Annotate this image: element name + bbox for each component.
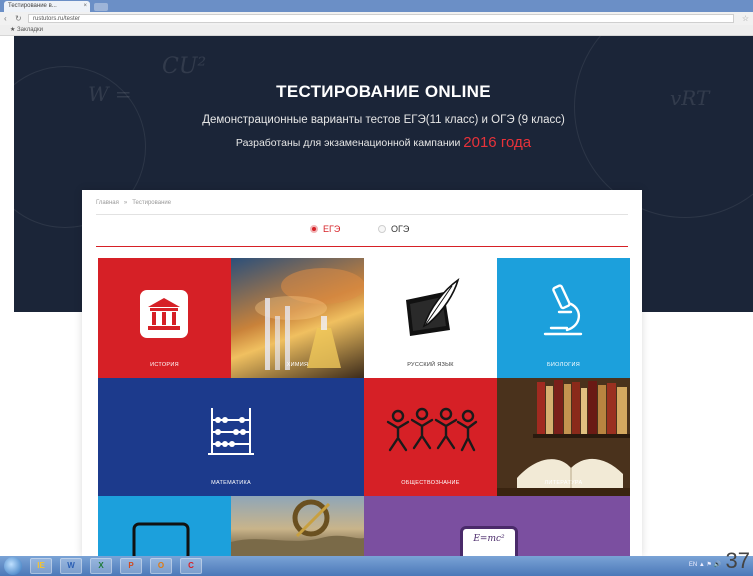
windows-taskbar: IE W X P O C EN ▲ ⚑ 🔊 37 bbox=[0, 548, 753, 576]
subject-tile-history[interactable]: История bbox=[98, 258, 231, 378]
subject-label: Химия bbox=[286, 362, 309, 368]
taskbar-word-icon[interactable]: W bbox=[60, 558, 82, 574]
monitor-icon bbox=[132, 522, 190, 556]
tab-ege-label: ЕГЭ bbox=[323, 224, 341, 234]
subject-tile-math[interactable]: Математика bbox=[98, 378, 364, 496]
page-title: ТЕСТИРОВАНИЕ ONLINE bbox=[276, 82, 491, 101]
breadcrumb: Главная » Тестирование bbox=[96, 200, 171, 206]
reload-icon[interactable]: ↻ bbox=[15, 13, 22, 24]
subject-tile-social[interactable]: Обществознание bbox=[364, 378, 497, 496]
new-tab-button[interactable] bbox=[94, 3, 108, 11]
tab-close-icon[interactable]: × bbox=[83, 1, 87, 12]
subjects-grid: История Химия Русский язык bbox=[98, 258, 630, 556]
taskbar-powerpoint-icon[interactable]: P bbox=[120, 558, 142, 574]
subject-tile-physics[interactable]: E=mc² bbox=[364, 496, 630, 556]
address-bar: ‹ ↻ rustutors.ru/tester ☆ bbox=[0, 12, 753, 25]
bookmarks-bar: ★ Закладки bbox=[0, 25, 753, 36]
compass-map-photo bbox=[231, 499, 364, 556]
star-small-icon: ★ bbox=[10, 27, 18, 33]
tab-oge-label: ОГЭ bbox=[391, 224, 410, 234]
subject-tile-russian[interactable]: Русский язык bbox=[364, 258, 497, 378]
abacus-icon bbox=[208, 408, 254, 455]
subject-label: Литература bbox=[544, 480, 583, 486]
subject-label: Биология bbox=[547, 362, 580, 368]
formula-icon: E=mc² bbox=[460, 526, 518, 556]
decor-formula: CU² bbox=[162, 54, 207, 79]
tabs-underline bbox=[96, 246, 628, 247]
microscope-icon bbox=[543, 284, 583, 336]
tab-oge[interactable]: ОГЭ bbox=[378, 222, 409, 236]
system-tray[interactable]: EN ▲ ⚑ 🔊 bbox=[689, 561, 721, 568]
bookmark-star-icon[interactable]: ☆ bbox=[742, 13, 749, 24]
radio-unselected-icon bbox=[378, 225, 386, 233]
subject-tile-informatics[interactable] bbox=[98, 496, 231, 556]
books-photo bbox=[497, 378, 630, 496]
subject-label: Математика bbox=[211, 480, 251, 486]
subject-label: История bbox=[150, 362, 179, 368]
browser-tab-bar: Тестирование в... × bbox=[0, 0, 753, 12]
start-button[interactable] bbox=[4, 557, 22, 575]
museum-icon bbox=[140, 290, 188, 338]
breadcrumb-current: Тестирование bbox=[132, 200, 172, 206]
chemistry-photo bbox=[255, 268, 364, 370]
hero-subtitle-2-text: Разработаны для экзаменационной кампании bbox=[235, 137, 461, 149]
bookmarks-label[interactable]: Закладки bbox=[17, 27, 43, 33]
breadcrumb-home[interactable]: Главная bbox=[96, 200, 119, 206]
slide-number: 37 bbox=[725, 548, 750, 573]
subject-tile-geography[interactable] bbox=[231, 496, 364, 556]
hero-subtitle-2: Разработаны для экзаменационной кампании… bbox=[14, 134, 753, 151]
subject-tile-literature[interactable]: Литература bbox=[497, 378, 630, 496]
subject-tile-chemistry[interactable]: Химия bbox=[231, 258, 364, 378]
quill-book-icon bbox=[406, 278, 460, 336]
divider bbox=[96, 214, 628, 215]
subject-tile-biology[interactable]: Биология bbox=[497, 258, 630, 378]
tests-card: Главная » Тестирование ЕГЭ ОГЭ История bbox=[82, 190, 642, 556]
subject-label: Русский язык bbox=[407, 362, 454, 368]
radio-selected-icon bbox=[310, 225, 318, 233]
taskbar-excel-icon[interactable]: X bbox=[90, 558, 112, 574]
subject-label: Обществознание bbox=[401, 480, 460, 486]
taskbar-outlook-icon[interactable]: O bbox=[150, 558, 172, 574]
browser-tab-title: Тестирование в... bbox=[8, 3, 57, 9]
back-arrow-icon[interactable]: ‹ bbox=[4, 13, 7, 24]
tab-ege[interactable]: ЕГЭ bbox=[310, 222, 340, 236]
url-field[interactable]: rustutors.ru/tester bbox=[28, 14, 734, 23]
browser-tab[interactable]: Тестирование в... × bbox=[4, 1, 90, 12]
campaign-year: 2016 года bbox=[463, 134, 532, 151]
hero-subtitle: Демонстрационные варианты тестов ЕГЭ(11 … bbox=[202, 114, 565, 126]
people-group-icon bbox=[386, 407, 478, 452]
breadcrumb-separator: » bbox=[123, 200, 128, 206]
taskbar-ie-icon[interactable]: IE bbox=[30, 558, 52, 574]
taskbar-chrome-icon[interactable]: C bbox=[180, 558, 202, 574]
